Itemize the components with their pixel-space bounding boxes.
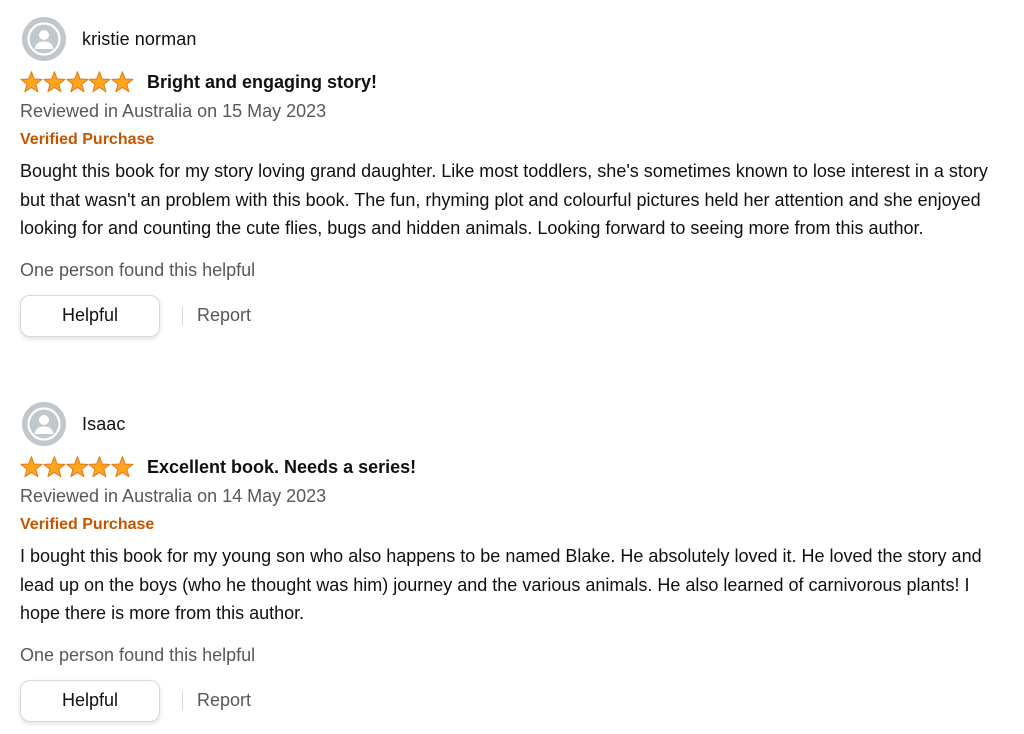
- action-divider: [182, 690, 183, 711]
- reviewer-profile[interactable]: kristie norman: [20, 16, 1004, 62]
- star-filled-icon: [43, 71, 66, 93]
- review-body: I bought this book for my young son who …: [20, 542, 995, 628]
- star-filled-icon: [111, 456, 134, 478]
- helpful-button[interactable]: Helpful: [20, 679, 160, 722]
- star-filled-icon: [65, 71, 89, 93]
- rating-line: Excellent book. Needs a series!: [20, 453, 1004, 481]
- review-card: kristie norman Bright and engaging story…: [20, 16, 1004, 337]
- helpful-count: One person found this helpful: [20, 259, 256, 280]
- star-rating[interactable]: [20, 456, 134, 478]
- review-date: Reviewed in Australia on 14 May 2023: [20, 486, 327, 506]
- star-rating[interactable]: [20, 71, 134, 93]
- helpful-count: One person found this helpful: [20, 644, 256, 665]
- reviewer-name[interactable]: kristie norman: [82, 29, 196, 50]
- default-user-avatar-icon: [22, 402, 66, 446]
- review-text: Bought this book for my story loving gra…: [20, 161, 988, 238]
- star-filled-icon: [43, 456, 66, 478]
- report-link[interactable]: Report: [197, 690, 251, 711]
- review-actions: Helpful Report: [20, 679, 1004, 722]
- star-filled-icon: [88, 456, 111, 478]
- review-card: Isaac Excellent book. Needs a series! Re…: [20, 401, 1004, 722]
- verified-purchase-badge[interactable]: Verified Purchase: [20, 125, 1004, 155]
- helpful-button[interactable]: Helpful: [20, 294, 160, 337]
- star-filled-icon: [111, 71, 134, 93]
- star-filled-icon: [88, 71, 111, 93]
- star-filled-icon: [65, 456, 89, 478]
- verified-purchase-badge[interactable]: Verified Purchase: [20, 510, 1004, 540]
- star-filled-icon: [20, 71, 43, 93]
- review-text: I bought this book for my young son who …: [20, 546, 982, 623]
- action-divider: [182, 305, 183, 326]
- review-date: Reviewed in Australia on 15 May 2023: [20, 101, 327, 121]
- review-title[interactable]: Excellent book. Needs a series!: [147, 457, 416, 478]
- reviews-list: kristie norman Bright and engaging story…: [0, 0, 1024, 734]
- review-title[interactable]: Bright and engaging story!: [147, 72, 377, 93]
- rating-line: Bright and engaging story!: [20, 68, 1004, 96]
- star-filled-icon: [20, 456, 43, 478]
- review-actions: Helpful Report: [20, 294, 1004, 337]
- reviewer-name[interactable]: Isaac: [82, 414, 126, 435]
- reviewer-profile[interactable]: Isaac: [20, 401, 1004, 447]
- default-user-avatar-icon: [22, 17, 66, 61]
- report-link[interactable]: Report: [197, 305, 251, 326]
- review-body: Bought this book for my story loving gra…: [20, 157, 995, 243]
